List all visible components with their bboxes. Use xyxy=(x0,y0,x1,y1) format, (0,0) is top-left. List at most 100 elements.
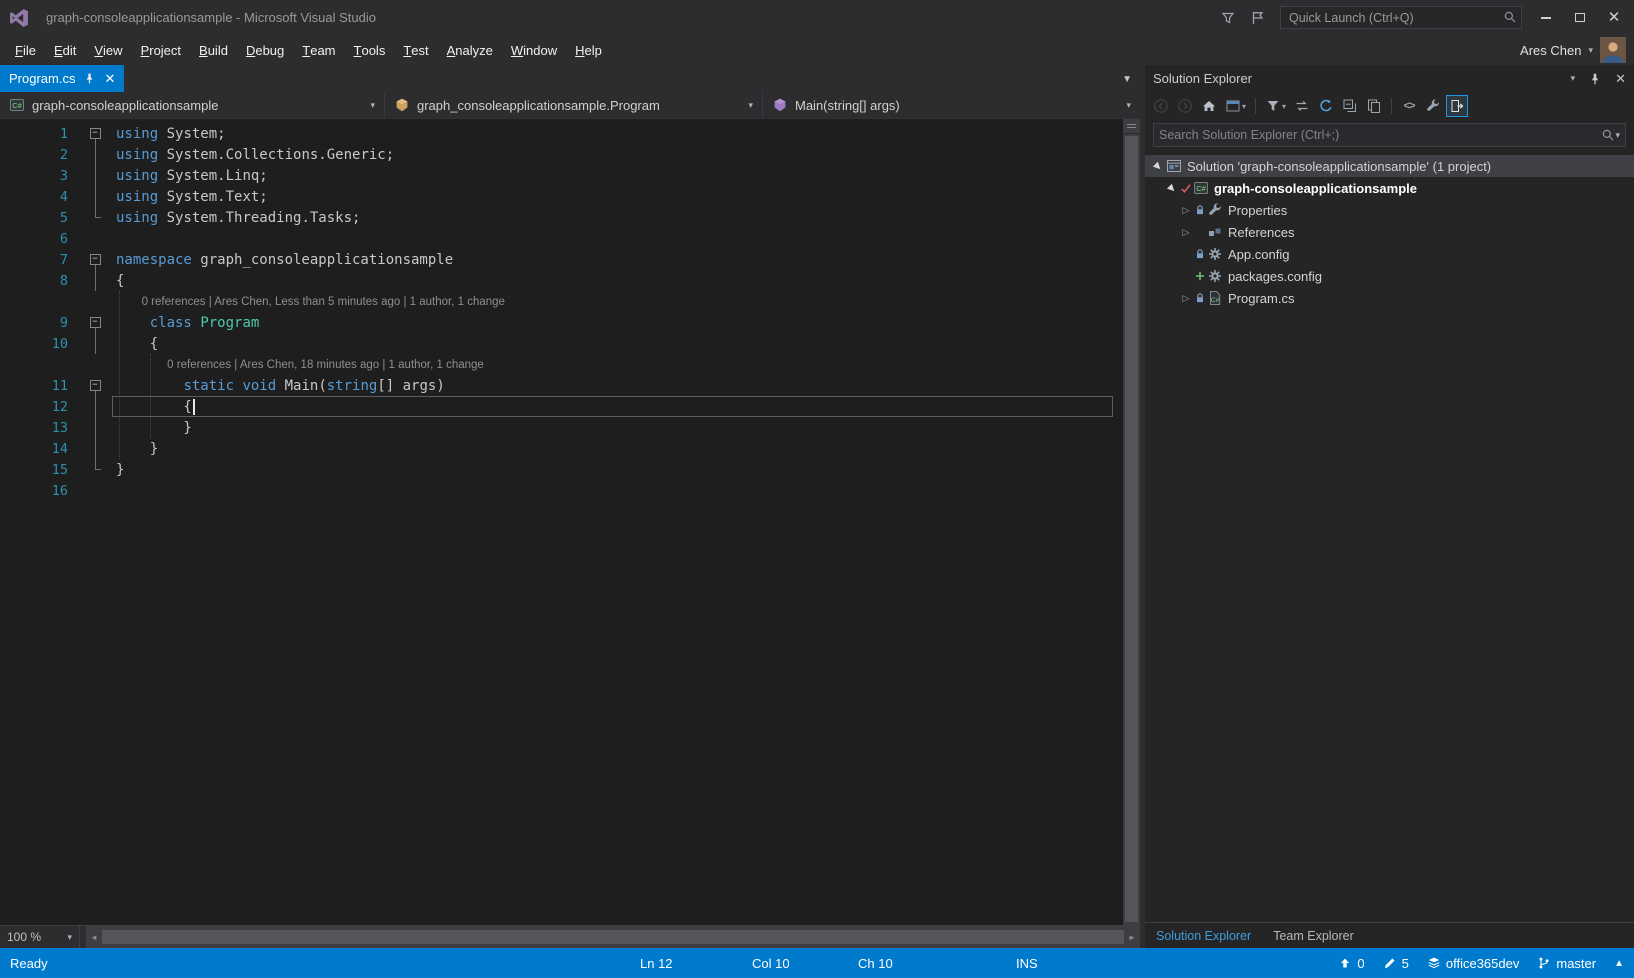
menu-item-team[interactable]: Team xyxy=(293,35,344,65)
code-line-3[interactable]: 3using System.Linq; xyxy=(0,165,1123,186)
solution-views-button[interactable]: ▾ xyxy=(1222,95,1249,117)
tree-item-app-config[interactable]: App.config xyxy=(1145,243,1634,265)
code-line-1[interactable]: 1−using System; xyxy=(0,123,1123,144)
horizontal-scrollbar-thumb[interactable] xyxy=(102,930,1124,944)
code-line-13[interactable]: 13 } xyxy=(0,417,1123,438)
close-button[interactable]: ✕ xyxy=(1604,8,1624,28)
back-button[interactable] xyxy=(1150,95,1172,117)
zoom-control[interactable]: 100 % ▾ xyxy=(0,926,80,948)
menu-item-analyze[interactable]: Analyze xyxy=(438,35,502,65)
solution-search-input[interactable] xyxy=(1159,128,1601,142)
close-icon[interactable]: ✕ xyxy=(1615,71,1626,87)
fold-toggle-icon[interactable]: − xyxy=(90,254,101,265)
avatar[interactable] xyxy=(1600,37,1626,63)
code-line-14[interactable]: 14 } xyxy=(0,438,1123,459)
project-dropdown[interactable]: C# graph-consoleapplicationsample ▾ xyxy=(0,92,385,118)
code-editor[interactable]: 1−using System;2using System.Collections… xyxy=(0,119,1140,925)
codelens-row[interactable]: 0 references | Ares Chen, 18 minutes ago… xyxy=(0,354,1123,375)
code-line-4[interactable]: 4using System.Text; xyxy=(0,186,1123,207)
commits-ahead-indicator[interactable]: 0 xyxy=(1338,956,1364,971)
expand-arrow-icon[interactable]: ▷ xyxy=(1179,205,1193,216)
quick-launch-input[interactable] xyxy=(1280,6,1522,29)
properties-button[interactable] xyxy=(1422,95,1444,117)
chevron-up-icon[interactable]: ▲ xyxy=(1614,958,1624,969)
branch-indicator[interactable]: master xyxy=(1537,956,1596,971)
horizontal-scrollbar[interactable]: ◄ ► xyxy=(86,926,1140,948)
panel-tab-team-explorer[interactable]: Team Explorer xyxy=(1262,923,1365,948)
search-icon[interactable] xyxy=(1503,10,1517,24)
code-line-5[interactable]: 5using System.Threading.Tasks; xyxy=(0,207,1123,228)
fold-toggle-icon[interactable]: − xyxy=(90,128,101,139)
home-button[interactable] xyxy=(1198,95,1220,117)
funnel-icon[interactable] xyxy=(1220,10,1236,26)
menu-item-project[interactable]: Project xyxy=(132,35,190,65)
code-line-11[interactable]: 11− static void Main(string[] args) xyxy=(0,375,1123,396)
expand-arrow-icon[interactable]: ▷ xyxy=(1179,227,1193,238)
vertical-scrollbar-thumb[interactable] xyxy=(1125,136,1138,922)
panel-tab-solution-explorer[interactable]: Solution Explorer xyxy=(1145,923,1262,948)
sync-with-active-document-button[interactable] xyxy=(1291,95,1313,117)
tree-item-packages-config[interactable]: packages.config xyxy=(1145,265,1634,287)
menu-item-file[interactable]: File xyxy=(6,35,45,65)
copy-button[interactable] xyxy=(1363,95,1385,117)
tree-item-graph-consoleapplicationsample[interactable]: ▶C#graph-consoleapplicationsample xyxy=(1145,177,1634,199)
vertical-scrollbar[interactable] xyxy=(1123,119,1140,925)
menu-item-edit[interactable]: Edit xyxy=(45,35,85,65)
fold-margin xyxy=(84,417,106,438)
tree-item-references[interactable]: ▷References xyxy=(1145,221,1634,243)
account-name[interactable]: Ares Chen xyxy=(1520,43,1581,58)
view-code-button[interactable]: <> xyxy=(1398,95,1420,117)
code-line-16[interactable]: 16 xyxy=(0,480,1123,501)
account-dropdown-icon[interactable]: ▾ xyxy=(1588,45,1593,56)
feedback-icon[interactable] xyxy=(1250,10,1266,26)
csproj-icon: C# xyxy=(1192,180,1210,196)
tab-list-dropdown-icon[interactable]: ▼ xyxy=(1122,74,1132,85)
member-dropdown[interactable]: Main(string[] args) ▾ xyxy=(763,92,1140,118)
forward-button[interactable] xyxy=(1174,95,1196,117)
expand-arrow-icon[interactable]: ▷ xyxy=(1179,293,1193,304)
pin-icon[interactable] xyxy=(83,72,96,85)
pending-changes-filter-button[interactable]: ▾ xyxy=(1262,95,1289,117)
preview-selected-items-toggle[interactable] xyxy=(1446,95,1468,117)
menu-item-help[interactable]: Help xyxy=(566,35,611,65)
code-line-7[interactable]: 7−namespace graph_consoleapplicationsamp… xyxy=(0,249,1123,270)
code-line-15[interactable]: 15} xyxy=(0,459,1123,480)
fold-toggle-icon[interactable]: − xyxy=(90,317,101,328)
scroll-left-icon[interactable]: ◄ xyxy=(86,926,102,948)
tree-item-properties[interactable]: ▷Properties xyxy=(1145,199,1634,221)
menu-item-tools[interactable]: Tools xyxy=(345,35,395,65)
code-line-12[interactable]: 12 { xyxy=(0,396,1123,417)
code-line-8[interactable]: 8{ xyxy=(0,270,1123,291)
tree-item-program-cs[interactable]: ▷C#Program.cs xyxy=(1145,287,1634,309)
maximize-button[interactable] xyxy=(1570,8,1590,28)
window-position-icon[interactable]: ▾ xyxy=(1571,73,1576,84)
minimize-button[interactable] xyxy=(1536,8,1556,28)
codelens-info[interactable]: 0 references | Ares Chen, Less than 5 mi… xyxy=(142,296,505,308)
chevron-down-icon: ▾ xyxy=(748,100,753,111)
menu-item-test[interactable]: Test xyxy=(394,35,437,65)
pin-icon[interactable] xyxy=(1588,72,1602,86)
tree-item-solution-graph-consoleapplicationsample-1-project[interactable]: ▶Solution 'graph-consoleapplicationsampl… xyxy=(1145,155,1634,177)
menu-item-window[interactable]: Window xyxy=(502,35,566,65)
tab-close-icon[interactable]: ✕ xyxy=(104,72,115,85)
type-dropdown[interactable]: graph_consoleapplicationsample.Program ▾ xyxy=(385,92,763,118)
fold-toggle-icon[interactable]: − xyxy=(90,380,101,391)
codelens-row[interactable]: 0 references | Ares Chen, Less than 5 mi… xyxy=(0,291,1123,312)
repository-indicator[interactable]: office365dev xyxy=(1427,956,1520,971)
menu-item-view[interactable]: View xyxy=(85,35,131,65)
code-line-10[interactable]: 10 { xyxy=(0,333,1123,354)
search-options-icon[interactable]: ▾ xyxy=(1615,130,1620,141)
code-line-2[interactable]: 2using System.Collections.Generic; xyxy=(0,144,1123,165)
code-line-9[interactable]: 9− class Program xyxy=(0,312,1123,333)
menu-item-build[interactable]: Build xyxy=(190,35,237,65)
codelens-info[interactable]: 0 references | Ares Chen, 18 minutes ago… xyxy=(167,359,484,371)
scroll-right-icon[interactable]: ► xyxy=(1124,926,1140,948)
menu-item-debug[interactable]: Debug xyxy=(237,35,293,65)
collapse-all-button[interactable] xyxy=(1339,95,1361,117)
document-tab[interactable]: Program.cs ✕ xyxy=(0,65,124,92)
splitter-grip[interactable] xyxy=(1123,119,1140,134)
refresh-button[interactable] xyxy=(1315,95,1337,117)
search-icon[interactable] xyxy=(1601,128,1615,142)
code-line-6[interactable]: 6 xyxy=(0,228,1123,249)
pending-edits-indicator[interactable]: 5 xyxy=(1383,956,1409,971)
